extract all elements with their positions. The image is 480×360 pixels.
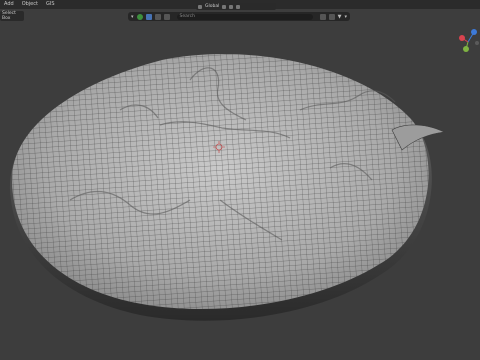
menu-gis[interactable]: GIS — [46, 0, 55, 9]
gizmo-y-axis[interactable] — [463, 46, 469, 52]
pivot-icon[interactable] — [222, 4, 227, 9]
header-toolbar: ▾ Search ▼ ▾ — [128, 12, 350, 21]
view-mode-icon[interactable] — [145, 13, 152, 20]
orientation-icon[interactable] — [198, 4, 202, 9]
sync-icon[interactable] — [163, 13, 170, 20]
display-mode-icon[interactable] — [154, 13, 161, 20]
select-mode-label: Select Box — [2, 11, 16, 21]
filter-object-icon[interactable] — [136, 13, 143, 20]
orientation-label[interactable]: Global — [205, 4, 219, 9]
menu-object[interactable]: Object — [22, 0, 38, 9]
gizmo-z-axis[interactable] — [471, 29, 477, 35]
search-input[interactable]: Search — [176, 13, 313, 20]
menu-add[interactable]: Add — [4, 0, 14, 9]
sort-icon[interactable] — [319, 13, 326, 20]
snap-icon[interactable] — [229, 4, 234, 9]
gizmo-x-axis[interactable] — [459, 35, 465, 41]
transform-header: Global — [196, 3, 276, 10]
filter-chevron-icon[interactable]: ▾ — [344, 14, 347, 20]
select-mode-dropdown[interactable]: Select Box — [0, 11, 24, 21]
navigation-gizmo[interactable] — [458, 28, 480, 56]
gizmo-neg-axis[interactable] — [475, 41, 479, 45]
collection-icon[interactable] — [328, 13, 335, 20]
proportional-icon[interactable] — [236, 4, 241, 9]
chevron-down-icon[interactable]: ▾ — [131, 14, 134, 20]
viewport-3d[interactable] — [0, 0, 480, 360]
filter-icon[interactable]: ▼ — [338, 14, 342, 20]
